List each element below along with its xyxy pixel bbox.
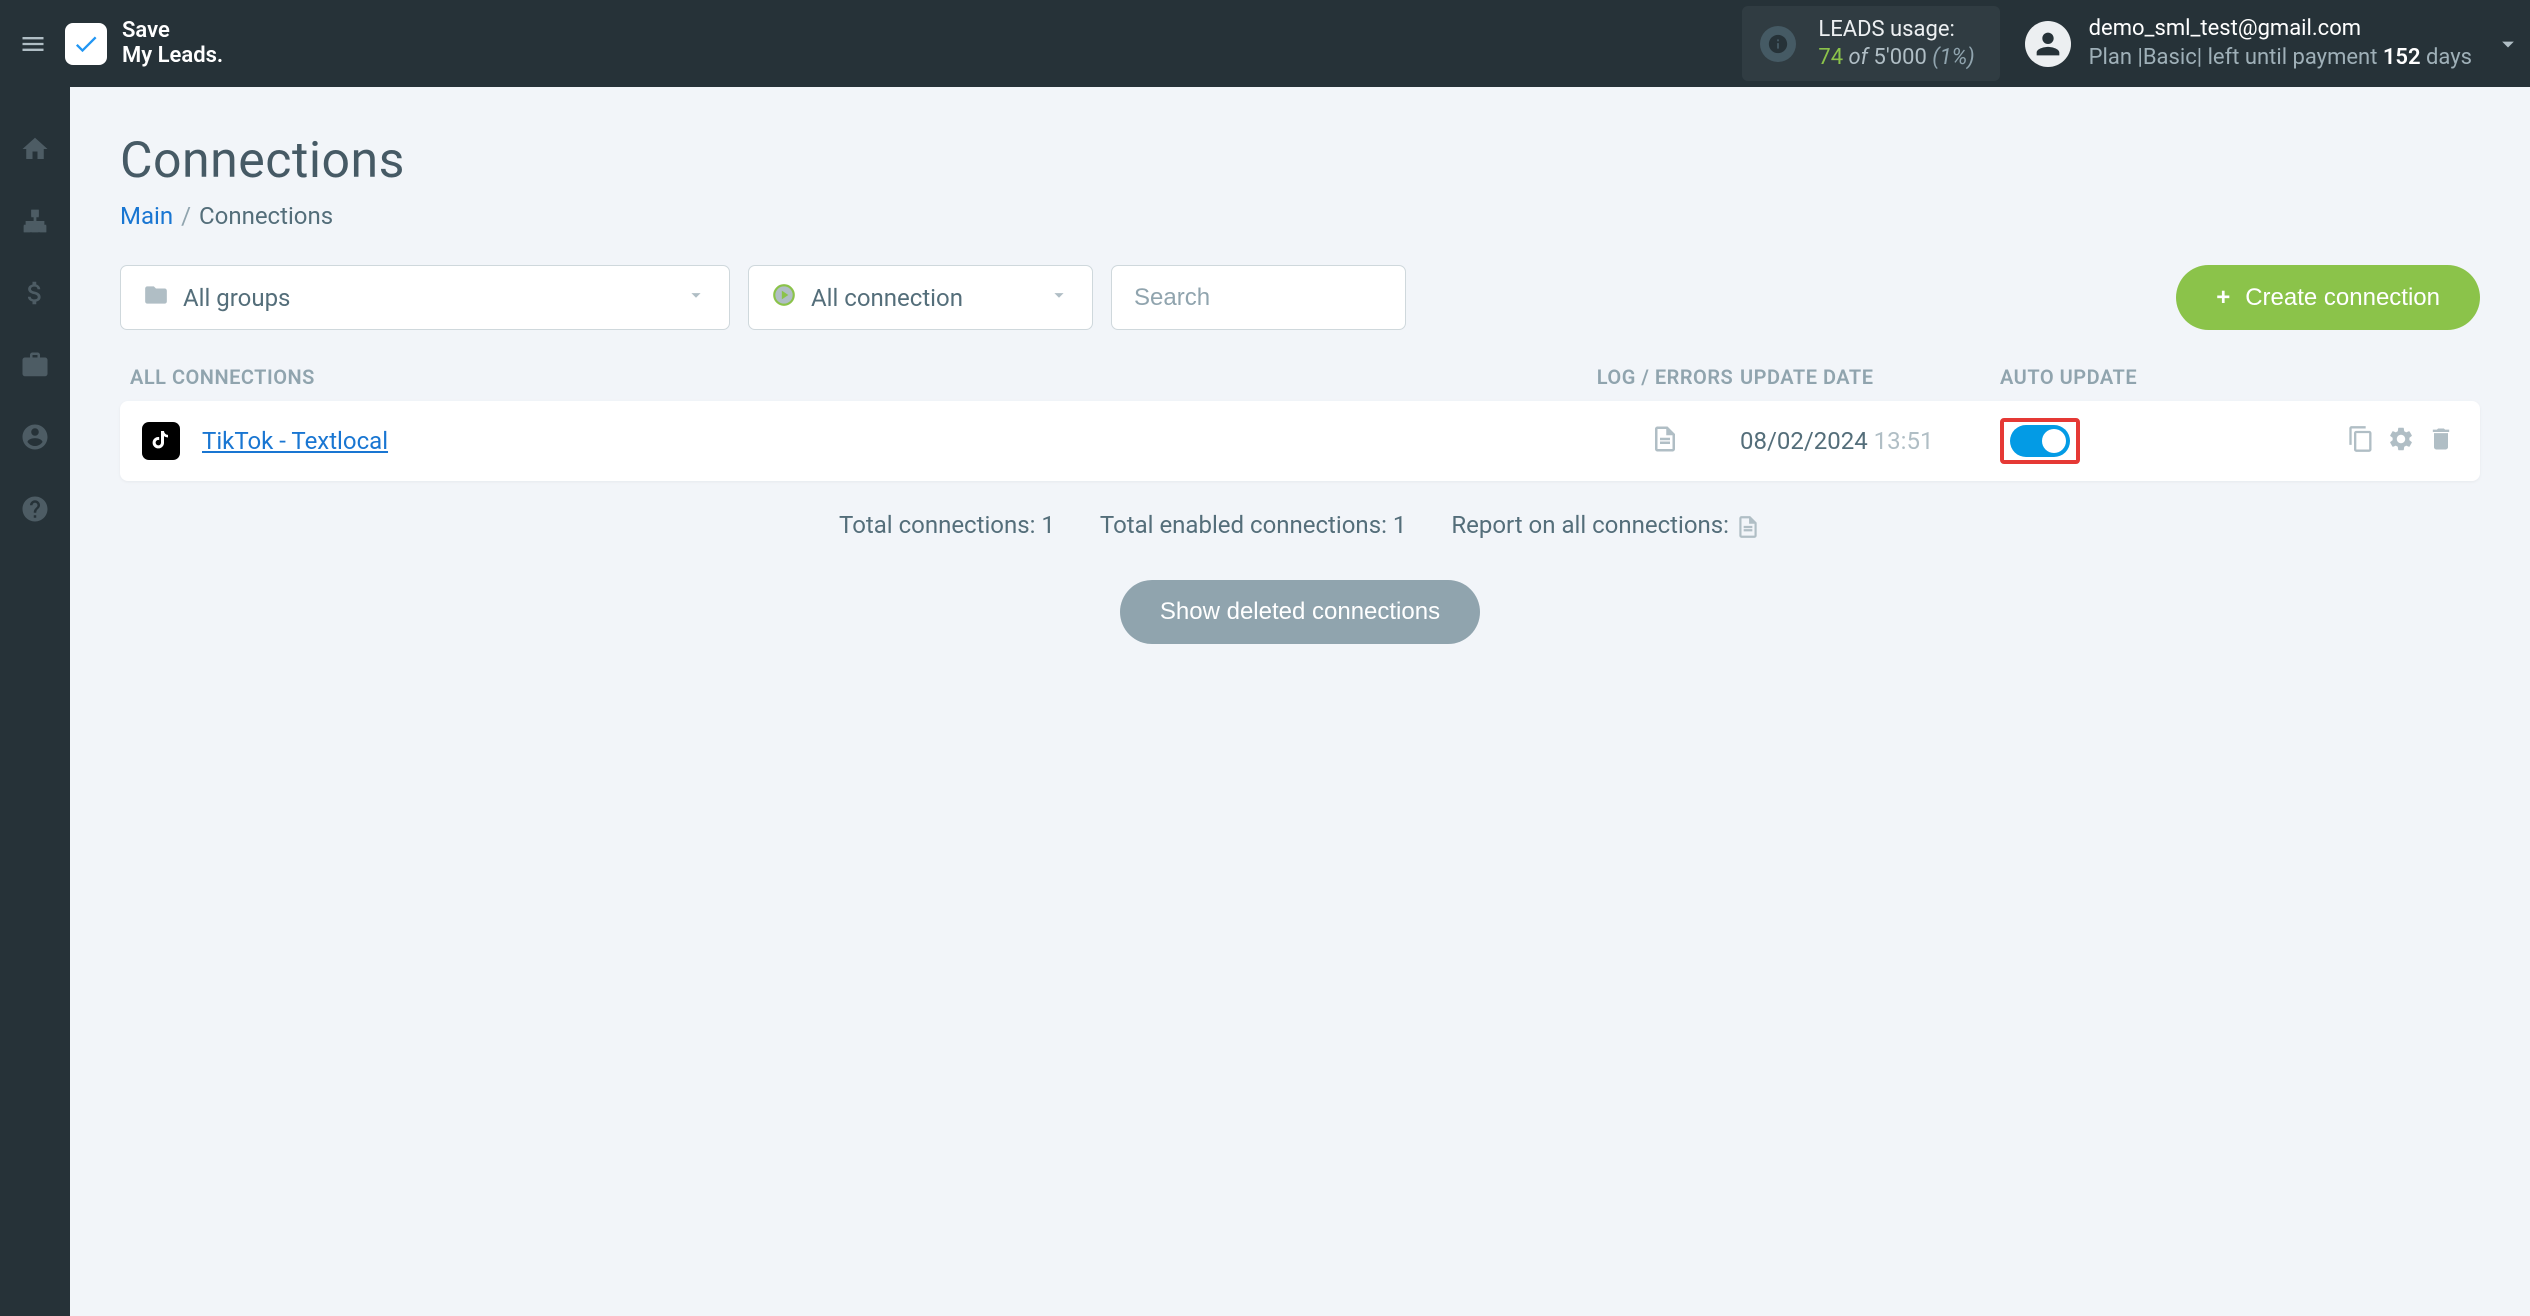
copy-icon[interactable] [2347,425,2375,457]
file-icon [1735,511,1761,539]
briefcase-icon [20,350,50,380]
nav-home[interactable] [18,132,52,166]
trash-icon[interactable] [2427,425,2455,457]
logo-text: Save My Leads. [122,19,223,67]
groups-select-label: All groups [183,284,290,312]
report-all-link[interactable]: Report on all connections: [1451,511,1761,540]
breadcrumb-main[interactable]: Main [120,202,173,230]
leads-usage-text: LEADS usage: 74 of 5'000 (1%) [1818,16,1974,71]
connection-row: TikTok - Textlocal 08/02/2024 13:51 [120,401,2480,481]
connection-filter-select[interactable]: All connection [748,265,1093,330]
app-header: Save My Leads. LEADS usage: 74 of 5'000 … [0,0,2530,87]
play-circle-icon [771,282,797,314]
user-circle-icon [20,422,50,452]
summary-row: Total connections: 1 Total enabled conne… [120,511,2480,540]
side-nav [0,87,70,1316]
home-icon [20,134,50,164]
gear-icon[interactable] [2387,425,2415,457]
connection-name-link[interactable]: TikTok - Textlocal [202,427,388,455]
highlight-box [2000,418,2080,464]
col-name: ALL CONNECTIONS [130,365,1590,389]
breadcrumb: Main/Connections [120,202,2480,230]
show-deleted-button[interactable]: Show deleted connections [1120,580,1480,644]
account-menu[interactable]: demo_sml_test@gmail.com Plan |Basic| lef… [2025,15,2512,72]
auto-update-toggle[interactable] [2010,425,2070,457]
account-info: demo_sml_test@gmail.com Plan |Basic| lef… [2089,15,2472,72]
col-log: LOG / ERRORS [1590,365,1740,389]
nav-help[interactable] [18,492,52,526]
help-icon [20,494,50,524]
hamburger-icon [19,30,47,58]
avatar [2025,21,2071,67]
user-icon [2031,27,2065,61]
nav-connections[interactable] [18,204,52,238]
leads-usage[interactable]: LEADS usage: 74 of 5'000 (1%) [1742,6,1999,81]
logo-mark [65,23,107,65]
filters-row: All groups All connection + Create conne… [120,265,2480,330]
search-input[interactable] [1111,265,1406,330]
col-auto: AUTO UPDATE [2000,365,2320,389]
log-file-icon[interactable] [1650,424,1680,458]
groups-select[interactable]: All groups [120,265,730,330]
chevron-down-icon [1048,284,1070,312]
update-date: 08/02/2024 13:51 [1740,427,2000,455]
info-icon [1760,26,1796,62]
list-header: ALL CONNECTIONS LOG / ERRORS UPDATE DATE… [120,365,2480,389]
page-title: Connections [120,132,2480,190]
dollar-icon [20,278,50,308]
connection-filter-label: All connection [811,284,963,312]
plus-icon: + [2216,284,2230,312]
logo[interactable]: Save My Leads. [65,19,223,67]
create-connection-button[interactable]: + Create connection [2176,265,2480,330]
chevron-down-icon [685,284,707,312]
breadcrumb-current: Connections [199,202,333,230]
menu-toggle[interactable] [10,21,55,66]
tiktok-icon [142,422,180,460]
sitemap-icon [20,206,50,236]
main-content: Connections Main/Connections All groups … [70,87,2530,689]
nav-integrations[interactable] [18,348,52,382]
check-icon [72,30,100,58]
folder-icon [143,282,169,314]
nav-billing[interactable] [18,276,52,310]
col-date: UPDATE DATE [1740,365,2000,389]
nav-account[interactable] [18,420,52,454]
chevron-down-icon[interactable] [2494,30,2522,65]
